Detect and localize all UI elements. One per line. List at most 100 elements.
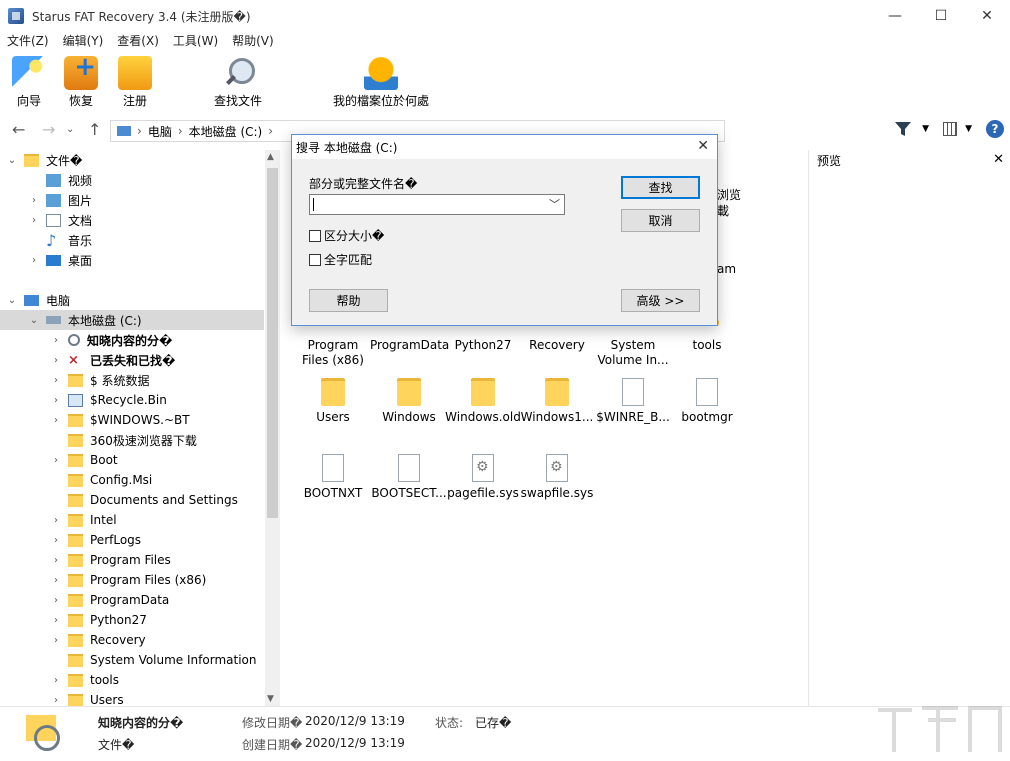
tree-item[interactable]: › Python27 xyxy=(0,610,264,630)
tree-item[interactable]: 360极速浏览器下载 xyxy=(0,430,264,450)
tree-item[interactable]: Documents and Settings xyxy=(0,490,264,510)
tree-item[interactable]: › ProgramData xyxy=(0,590,264,610)
menu-file[interactable]: 文件(Z) xyxy=(0,32,56,52)
scroll-up-icon[interactable]: ▲ xyxy=(267,152,274,162)
checkbox-box[interactable] xyxy=(309,253,321,266)
tree-item[interactable]: › Recovery xyxy=(0,630,264,650)
restore-button[interactable]: 恢复 xyxy=(64,52,98,109)
back-arrow-icon[interactable]: ← xyxy=(12,120,25,139)
chevron-right-icon[interactable]: › xyxy=(50,575,62,586)
tree-item[interactable]: Config.Msi xyxy=(0,470,264,490)
menu-help[interactable]: 帮助(V) xyxy=(225,32,281,52)
tree-item[interactable]: ♪ 音乐 xyxy=(0,230,264,250)
tree-scrollbar[interactable]: ▲ ▼ xyxy=(265,150,280,706)
view-dropdown-icon[interactable]: ▼ xyxy=(965,124,972,134)
chevron-right-icon[interactable]: › xyxy=(50,335,62,346)
filter-icon[interactable] xyxy=(894,121,912,137)
chevron-right-icon[interactable]: › xyxy=(28,195,40,206)
dialog-close-icon[interactable]: ✕ xyxy=(697,138,709,154)
filename-combobox[interactable]: ﹀ xyxy=(309,194,565,215)
find-button[interactable]: 查找 xyxy=(621,176,700,199)
chevron-right-icon[interactable]: › xyxy=(50,355,62,366)
filter-dropdown-icon[interactable]: ▼ xyxy=(922,124,929,134)
tree-item[interactable]: ⌄ 电脑 xyxy=(0,290,264,310)
tree-item[interactable]: › 桌面 xyxy=(0,250,264,270)
help-button[interactable]: 帮助 xyxy=(309,289,388,312)
file-item[interactable]: $WINRE_B... xyxy=(594,378,672,425)
chevron-right-icon[interactable]: › xyxy=(28,255,40,266)
wizard-button[interactable]: 向导 xyxy=(12,56,46,109)
tree-item[interactable]: ⌄ 本地磁盘 (C:) xyxy=(0,310,264,330)
chevron-right-icon[interactable]: › xyxy=(50,615,62,626)
tree-item[interactable]: › Boot xyxy=(0,450,264,470)
file-item[interactable]: pagefile.sys xyxy=(444,454,522,501)
up-arrow-icon[interactable]: ↑ xyxy=(88,120,101,139)
chevron-right-icon[interactable]: › xyxy=(50,675,62,686)
chevron-right-icon[interactable]: › xyxy=(50,695,62,706)
chevron-right-icon[interactable]: › xyxy=(50,515,62,526)
tree-item[interactable]: › $ 系统数据 xyxy=(0,370,264,390)
tree-item[interactable]: 视频 xyxy=(0,170,264,190)
locate-files-button[interactable]: 我的檔案位於何處 xyxy=(333,56,429,109)
chevron-down-icon[interactable]: ⌄ xyxy=(28,315,40,326)
file-item[interactable]: Windows1... xyxy=(518,378,596,425)
tree-item[interactable]: › 知晓内容的分� xyxy=(0,330,264,350)
tree-item[interactable]: ⌄ 文件� xyxy=(0,150,264,170)
file-item[interactable]: Users xyxy=(294,378,372,425)
tree-item[interactable]: › Program Files xyxy=(0,550,264,570)
scroll-thumb[interactable] xyxy=(267,168,278,518)
tree-item[interactable]: › 图片 xyxy=(0,190,264,210)
advanced-button[interactable]: 高级 >> xyxy=(621,289,700,312)
tree-item[interactable]: › × 已丢失和已找� xyxy=(0,350,264,370)
close-preview-icon[interactable]: ✕ xyxy=(993,152,1004,167)
file-item[interactable]: System Volume In... xyxy=(594,320,672,368)
view-mode-icon[interactable] xyxy=(943,122,958,136)
checkbox-box[interactable] xyxy=(309,229,321,242)
file-item[interactable]: BOOTNXT xyxy=(294,454,372,501)
file-item[interactable]: Windows xyxy=(370,378,448,425)
help-icon[interactable]: ? xyxy=(986,120,1004,138)
file-item[interactable]: BOOTSECT... xyxy=(370,454,448,501)
close-button[interactable]: ✕ xyxy=(964,0,1010,32)
tree-item[interactable]: › Intel xyxy=(0,510,264,530)
cancel-button[interactable]: 取消 xyxy=(621,209,700,232)
menu-tools[interactable]: 工具(W) xyxy=(166,32,225,52)
file-item[interactable]: bootmgr xyxy=(668,378,746,425)
chevron-right-icon[interactable]: › xyxy=(50,455,62,466)
minimize-button[interactable]: — xyxy=(872,0,918,32)
tree-item[interactable]: › tools xyxy=(0,670,264,690)
menu-edit[interactable]: 编辑(Y) xyxy=(56,32,111,52)
tree-item[interactable]: › $Recycle.Bin xyxy=(0,390,264,410)
file-item[interactable]: swapfile.sys xyxy=(518,454,596,501)
chevron-right-icon[interactable]: › xyxy=(28,215,40,226)
crumb-computer[interactable]: 电脑 xyxy=(148,123,172,140)
file-item[interactable]: Windows.old xyxy=(444,378,522,425)
history-chevron-icon[interactable]: ⌄ xyxy=(66,124,74,135)
maximize-button[interactable]: ☐ xyxy=(918,0,964,32)
tree-item[interactable]: › $WINDOWS.~BT xyxy=(0,410,264,430)
chevron-down-icon[interactable]: ⌄ xyxy=(6,295,18,306)
chevron-right-icon[interactable]: › xyxy=(50,375,62,386)
match-case-checkbox[interactable]: 区分大小� xyxy=(309,227,384,244)
whole-word-checkbox[interactable]: 全字匹配 xyxy=(309,251,372,268)
chevron-right-icon[interactable]: › xyxy=(50,415,62,426)
find-files-button[interactable]: 查找文件 xyxy=(214,56,262,109)
scroll-down-icon[interactable]: ▼ xyxy=(267,694,274,704)
chevron-right-icon[interactable]: › xyxy=(50,595,62,606)
forward-arrow-icon[interactable]: → xyxy=(42,120,55,139)
chevron-right-icon[interactable]: › xyxy=(50,555,62,566)
chevron-right-icon[interactable]: › xyxy=(50,635,62,646)
chevron-down-icon[interactable]: ﹀ xyxy=(549,196,560,212)
file-item[interactable]: Program Files (x86) xyxy=(294,320,372,368)
chevron-right-icon[interactable]: › xyxy=(50,535,62,546)
tree-item[interactable]: › PerfLogs xyxy=(0,530,264,550)
tree-item[interactable]: › Users xyxy=(0,690,264,706)
crumb-local-disk[interactable]: 本地磁盘 (C:) xyxy=(189,123,263,140)
tree-item[interactable]: › Program Files (x86) xyxy=(0,570,264,590)
tree-item[interactable]: System Volume Information xyxy=(0,650,264,670)
tree-item[interactable]: › 文档 xyxy=(0,210,264,230)
chevron-right-icon[interactable]: › xyxy=(50,395,62,406)
chevron-down-icon[interactable]: ⌄ xyxy=(6,155,18,166)
menu-view[interactable]: 查看(X) xyxy=(110,32,166,52)
register-button[interactable]: 注册 xyxy=(118,56,152,109)
